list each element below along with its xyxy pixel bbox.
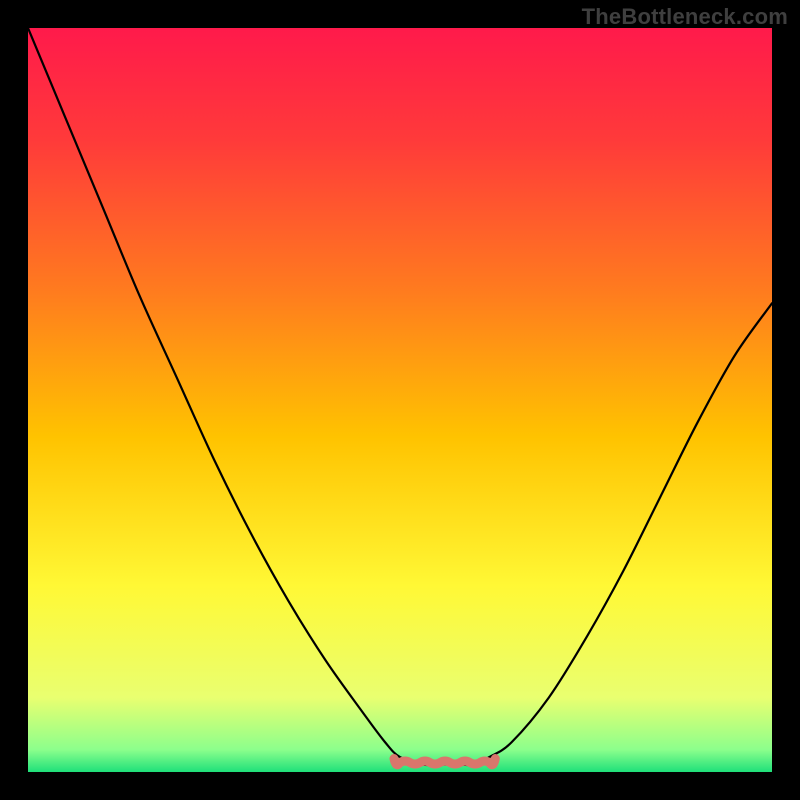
chart-frame: TheBottleneck.com bbox=[0, 0, 800, 800]
chart-svg bbox=[28, 28, 772, 772]
optimal-range-marker bbox=[394, 759, 495, 765]
watermark-text: TheBottleneck.com bbox=[582, 4, 788, 30]
chart-plot-area bbox=[28, 28, 772, 772]
chart-background-gradient bbox=[28, 28, 772, 772]
